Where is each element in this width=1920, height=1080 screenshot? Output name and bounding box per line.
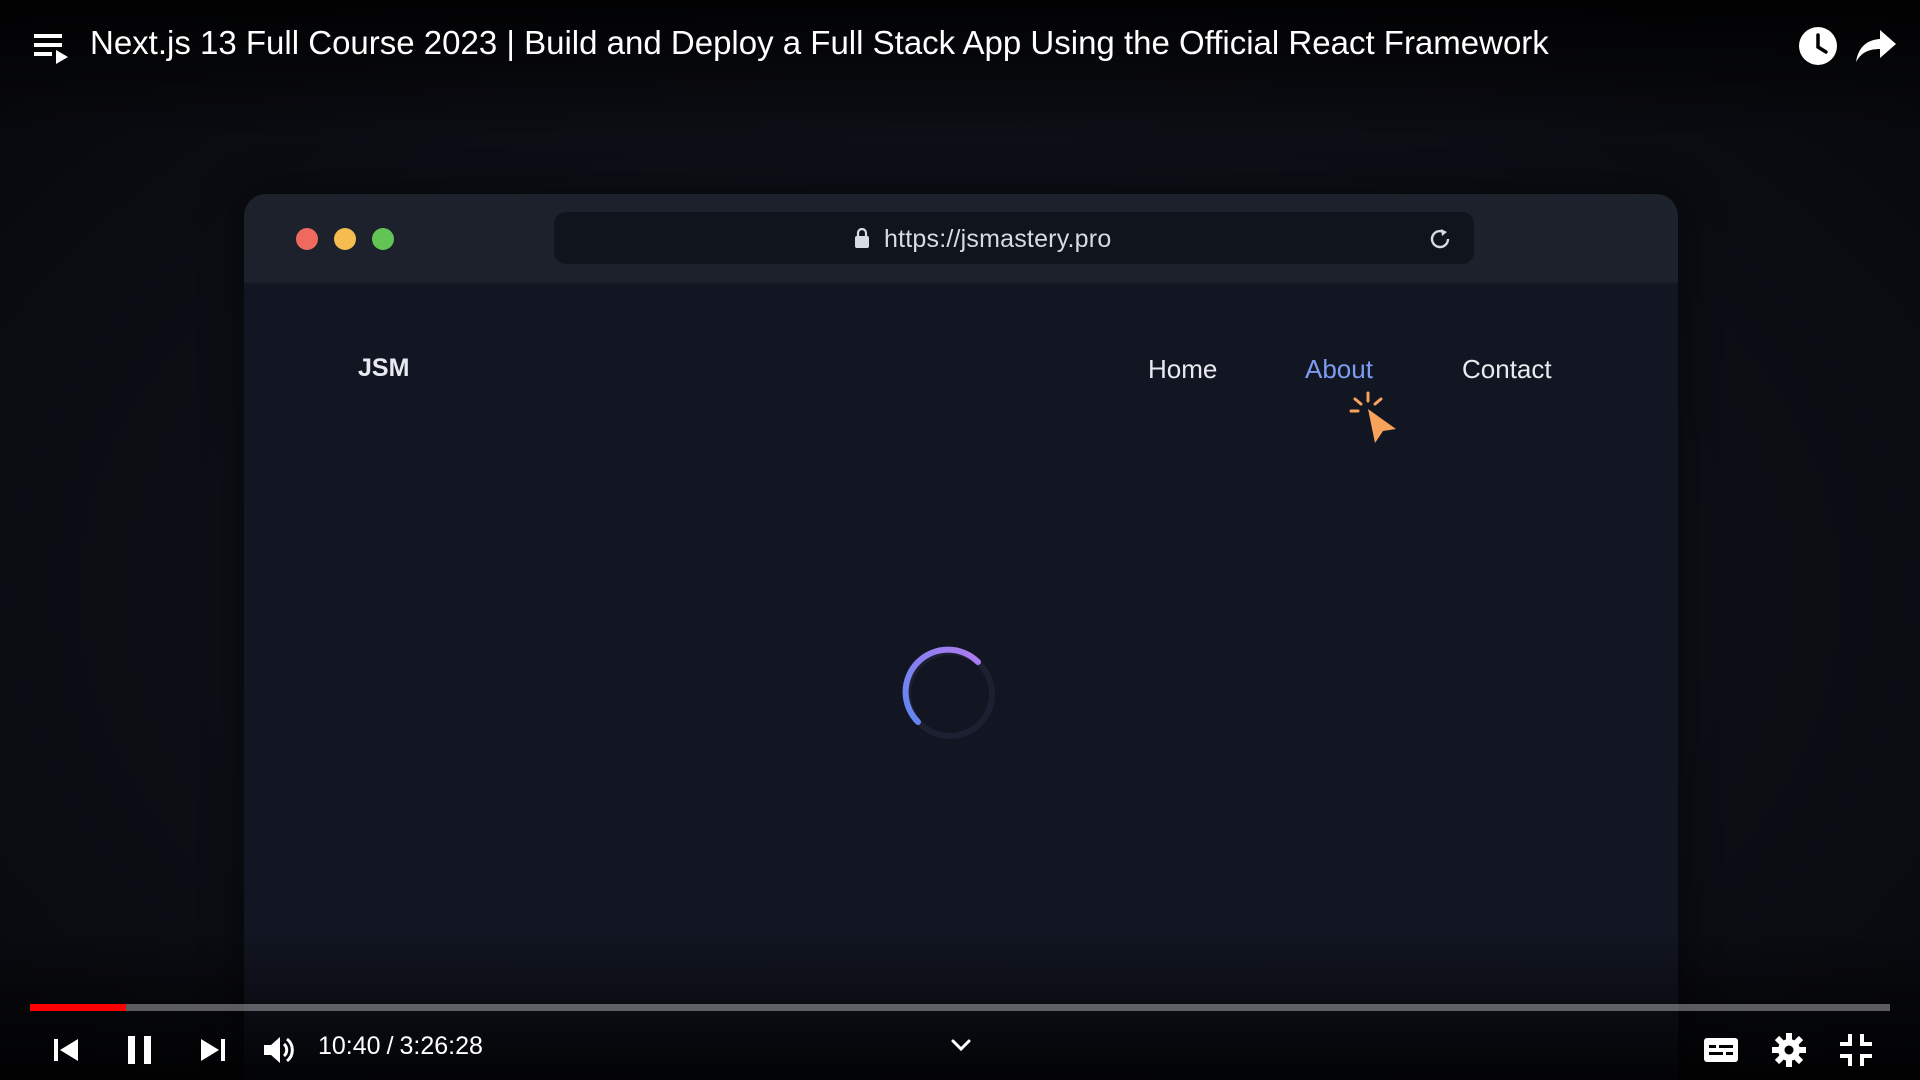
time-separator: / <box>386 1032 394 1060</box>
exit-fullscreen-icon[interactable] <box>1836 1030 1876 1070</box>
nav-link-home: Home <box>1148 354 1218 384</box>
chevron-down-icon[interactable] <box>941 1026 981 1066</box>
pause-icon[interactable] <box>120 1030 160 1070</box>
progress-bar[interactable] <box>30 1004 1890 1011</box>
share-icon[interactable] <box>1854 26 1898 66</box>
next-icon[interactable] <box>193 1030 233 1070</box>
previous-icon[interactable] <box>46 1030 86 1070</box>
video-title[interactable]: Next.js 13 Full Course 2023 | Build and … <box>90 24 1549 62</box>
browser-toolbar: https://jsmastery.pro <box>244 194 1678 284</box>
progress-played <box>30 1004 126 1011</box>
playlist-icon[interactable] <box>32 28 72 68</box>
settings-icon[interactable] <box>1769 1030 1809 1070</box>
lock-icon <box>855 228 869 248</box>
video-frame[interactable]: https://jsmastery.pro JSM Home About Con… <box>0 0 1920 1080</box>
reload-icon <box>1430 229 1450 249</box>
address-url: https://jsmastery.pro <box>884 225 1112 253</box>
player-controls: 10:40/3:26:28 <box>0 1018 1920 1078</box>
subtitles-icon[interactable] <box>1701 1030 1741 1070</box>
watch-later-icon[interactable] <box>1796 24 1840 68</box>
loading-spinner-icon <box>902 646 995 739</box>
address-bar: https://jsmastery.pro <box>554 212 1474 264</box>
current-time: 10:40 <box>318 1032 381 1060</box>
duration: 3:26:28 <box>399 1032 483 1060</box>
window-minimize-dot <box>334 228 356 250</box>
nav-link-contact: Contact <box>1462 354 1552 384</box>
click-cursor-icon <box>1349 391 1396 443</box>
volume-icon[interactable] <box>259 1030 299 1070</box>
video-player[interactable]: https://jsmastery.pro JSM Home About Con… <box>0 0 1920 1080</box>
nav-link-about: About <box>1305 354 1373 384</box>
top-bar: Next.js 13 Full Course 2023 | Build and … <box>0 0 1920 90</box>
time-display: 10:40/3:26:28 <box>318 1032 483 1061</box>
window-maximize-dot <box>372 228 394 250</box>
site-logo: JSM <box>358 354 410 382</box>
window-close-dot <box>296 228 318 250</box>
